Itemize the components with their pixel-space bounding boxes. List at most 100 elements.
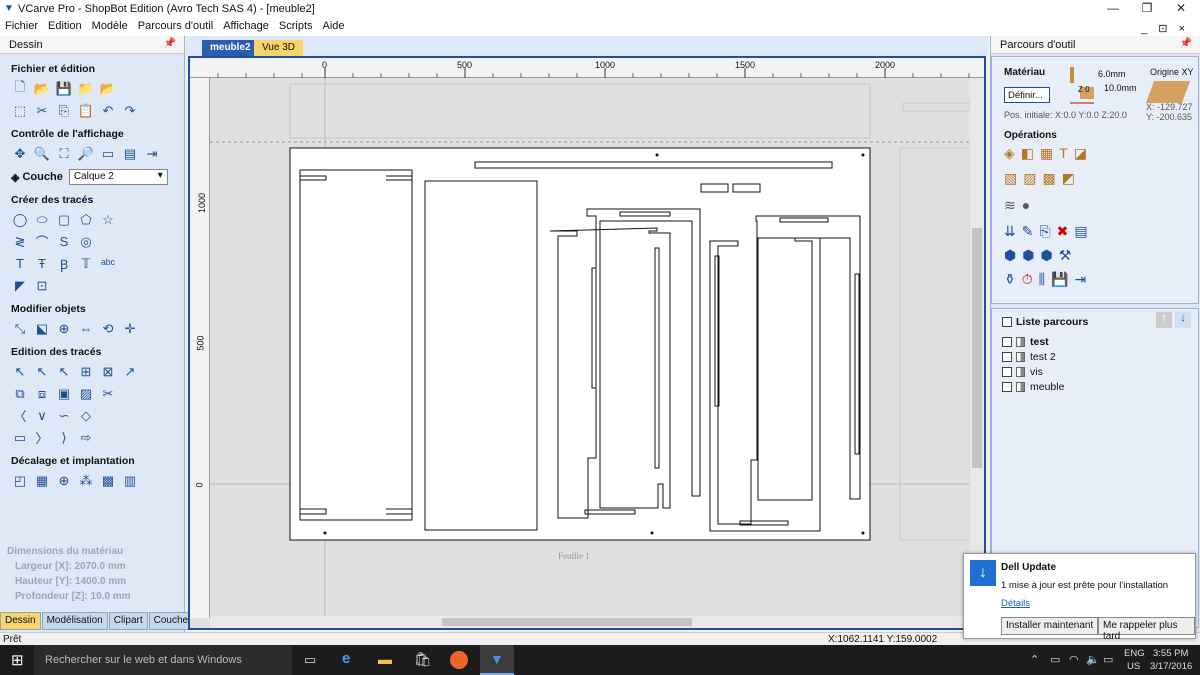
fluting-toolpath-icon[interactable]: ▧	[1004, 170, 1017, 187]
node-edit-icon[interactable]: ↖	[11, 363, 29, 380]
time-estimate-icon[interactable]: ⏱	[1022, 271, 1033, 288]
rectangle-icon[interactable]: ▢	[55, 211, 73, 228]
list-all-checkbox[interactable]	[1002, 317, 1012, 327]
new-file-icon[interactable]: 🗋	[11, 79, 29, 97]
restore-button[interactable]: ❐	[1132, 1, 1162, 15]
offset-icon[interactable]: ◰	[11, 472, 29, 489]
redo-icon[interactable]: ↷	[121, 102, 139, 119]
firefox-icon[interactable]	[450, 651, 468, 669]
curve-icon[interactable]: S	[55, 233, 73, 250]
vcarve-toolpath-icon[interactable]: T	[1059, 145, 1068, 162]
extend-icon[interactable]: ⟩	[55, 429, 73, 446]
bracket-right-icon[interactable]: 〉	[33, 429, 51, 446]
mdi-window-controls[interactable]: _ ⊡ ×	[1136, 20, 1194, 37]
drill-toolpath-icon[interactable]: ▦	[1040, 145, 1053, 162]
undo-icon[interactable]: ↶	[99, 102, 117, 119]
tab-vue3d[interactable]: Vue 3D	[254, 40, 303, 56]
cut-icon[interactable]: ✂	[33, 102, 51, 119]
language-label[interactable]: ENG	[1124, 648, 1145, 659]
import-icon[interactable]: 📁	[77, 80, 95, 97]
file-explorer-icon[interactable]: ▬	[378, 651, 392, 667]
view-icon[interactable]: ▭	[99, 145, 117, 162]
horizontal-scrollbar[interactable]	[210, 616, 970, 628]
windows-start-icon[interactable]: ⊞	[11, 651, 24, 669]
arc-icon[interactable]: ⌒	[33, 233, 51, 250]
quick-engrave-icon[interactable]: ◩	[1062, 170, 1075, 187]
diamond-icon[interactable]: ◇	[77, 407, 95, 424]
export-toolpath-icon[interactable]: ⇥	[1075, 271, 1087, 288]
polyline-icon[interactable]: ≷	[11, 233, 29, 250]
zoom-fit-icon[interactable]: ⛶	[55, 145, 73, 162]
measure-icon[interactable]: ⊡	[33, 277, 51, 294]
circle-icon[interactable]: ◯	[11, 211, 29, 228]
edit-toolpath-icon[interactable]: ✎	[1022, 223, 1034, 240]
star-icon[interactable]: ☆	[99, 211, 117, 228]
grid-array-icon[interactable]: ▩	[99, 472, 117, 489]
pin-icon[interactable]: 📌	[1180, 38, 1192, 49]
toolpath-checkbox[interactable]	[1002, 352, 1012, 362]
node-move-icon[interactable]: ↖	[55, 363, 73, 380]
vertical-scrollbar[interactable]	[970, 78, 984, 618]
toolpath-summary-icon[interactable]: ▤	[1074, 223, 1087, 240]
dimension-icon[interactable]: ◤	[11, 277, 29, 294]
tab-clipart[interactable]: Clipart	[108, 612, 148, 630]
rounded-rect-icon[interactable]: ▭	[11, 429, 29, 446]
delete-toolpath-icon[interactable]: ✖	[1057, 223, 1069, 240]
network-tray-icon[interactable]: ▭	[1050, 653, 1060, 666]
scale-icon[interactable]: ⬕	[33, 320, 51, 337]
align-icon[interactable]: ⊕	[55, 320, 73, 337]
node-delete-icon[interactable]: ⊠	[99, 363, 117, 380]
text-fit-icon[interactable]: 𝕋	[77, 255, 95, 272]
trim-icon[interactable]: ✂	[99, 385, 117, 402]
move-down-icon[interactable]: ↓	[1175, 312, 1191, 328]
text-icon[interactable]: T	[11, 255, 29, 272]
pan-icon[interactable]: ✥	[11, 145, 29, 162]
fillet-icon[interactable]: ↗	[121, 363, 139, 380]
subtract-icon[interactable]: ⧈	[33, 385, 51, 402]
toolpath-item[interactable]: vis	[1002, 366, 1198, 378]
template-load-icon[interactable]: ⬢	[1022, 247, 1034, 264]
layers-view-icon[interactable]: ▤	[121, 145, 139, 162]
preview-toolpath-icon[interactable]: ⚱	[1004, 271, 1016, 288]
tab-meuble2[interactable]: meuble2	[202, 40, 259, 56]
toolpath-item[interactable]: test 2	[1002, 351, 1198, 363]
circular-array-icon[interactable]: ⊕	[55, 472, 73, 489]
weld-icon[interactable]: ⧉	[11, 385, 29, 402]
polygon-icon[interactable]: ⬠	[77, 211, 95, 228]
menu-aide[interactable]: Aide	[318, 18, 350, 34]
paste-icon[interactable]: 📋	[77, 102, 95, 119]
tab-modelisation[interactable]: Modélisation	[41, 612, 108, 630]
node-add-icon[interactable]: ↖	[33, 363, 51, 380]
toolpath-checkbox[interactable]	[1002, 337, 1012, 347]
toolpath-checkbox[interactable]	[1002, 382, 1012, 392]
zoom-icon[interactable]: 🔍	[33, 145, 51, 162]
check-node-icon[interactable]: ∨	[33, 407, 51, 424]
task-view-icon[interactable]: ▭	[304, 652, 316, 668]
block-icon[interactable]: ▥	[121, 472, 139, 489]
template-save-icon[interactable]: ⬢	[1004, 247, 1016, 264]
copy-icon[interactable]: ⎘	[55, 102, 73, 119]
recalculate-icon[interactable]: ⇊	[1004, 223, 1016, 240]
move-icon[interactable]: ⤡	[11, 320, 29, 337]
move-up-icon[interactable]: ↑	[1156, 312, 1172, 328]
toolpath-checkbox[interactable]	[1002, 367, 1012, 377]
center-icon[interactable]: ✛	[121, 320, 139, 337]
details-link[interactable]: Détails	[1001, 598, 1030, 609]
define-material-button[interactable]: Définir...	[1004, 87, 1050, 103]
clock-time[interactable]: 3:55 PM	[1153, 648, 1188, 659]
node-smooth-icon[interactable]: ⊞	[77, 363, 95, 380]
save-toolpath-icon[interactable]: 💾	[1051, 271, 1068, 288]
spiral-icon[interactable]: ◎	[77, 233, 95, 250]
3d-finish-icon[interactable]: ●	[1022, 197, 1030, 214]
copy-toolpath-icon[interactable]: ⎘	[1039, 223, 1050, 240]
vscroll-thumb[interactable]	[972, 228, 982, 468]
close-button[interactable]: ✕	[1166, 1, 1196, 15]
volume-icon[interactable]: 🔈	[1086, 653, 1100, 666]
install-now-button[interactable]: Installer maintenant	[1001, 617, 1099, 635]
wifi-icon[interactable]: ◠	[1069, 653, 1079, 666]
tab-dessin[interactable]: Dessin	[0, 612, 41, 630]
toolpath-item[interactable]: meuble	[1002, 381, 1198, 393]
toolpath-item[interactable]: test	[1002, 336, 1198, 348]
menu-edition[interactable]: Edition	[43, 18, 87, 34]
3d-rough-icon[interactable]: ≋	[1004, 197, 1016, 214]
